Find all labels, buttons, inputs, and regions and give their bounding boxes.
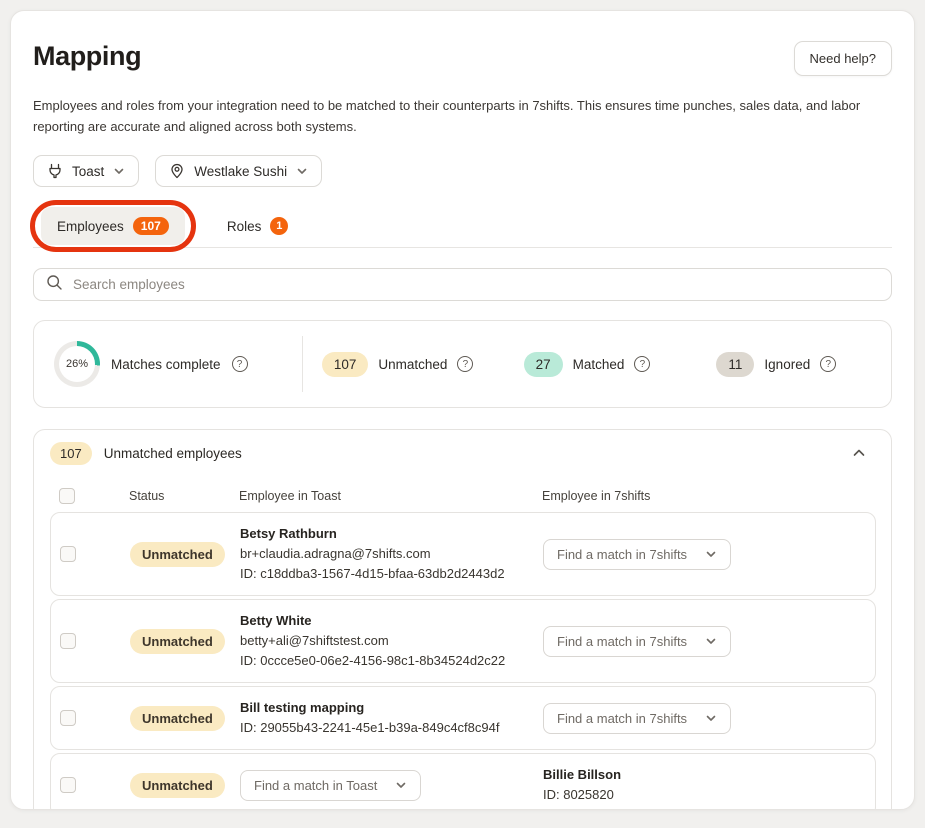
unmatched-count-badge: 107 — [50, 442, 92, 465]
employee-row: Unmatched Betty White betty+ali@7shiftst… — [50, 599, 876, 683]
plug-icon — [47, 163, 63, 179]
employee-id: ID: 29055b43-2241-45e1-b39a-849c4cf8c94f — [240, 718, 543, 738]
ignored-label: Ignored — [764, 357, 810, 372]
matched-label: Matched — [573, 357, 625, 372]
employee-row: Unmatched Bill testing mapping ID: 29055… — [50, 686, 876, 750]
row-checkbox[interactable] — [60, 633, 76, 649]
unmatched-label: Unmatched — [378, 357, 447, 372]
employee-email: br+claudia.adragna@7shifts.com — [240, 544, 543, 564]
matched-count: 27 — [524, 352, 563, 377]
employee-name: Billie Billson — [543, 765, 863, 785]
status-badge: Unmatched — [130, 542, 225, 567]
employee-id: ID: 8025820 — [543, 785, 863, 805]
employee-name: Bill testing mapping — [240, 698, 543, 718]
integration-select[interactable]: Toast — [33, 155, 139, 187]
completion-percent: 26% — [54, 341, 100, 387]
chevron-down-icon — [705, 635, 717, 647]
chevron-down-icon — [113, 165, 125, 177]
section-title: Unmatched employees — [104, 446, 242, 461]
status-badge: Unmatched — [130, 773, 225, 798]
search-input[interactable] — [73, 277, 879, 292]
page-description: Employees and roles from your integratio… — [33, 96, 892, 137]
help-circle-icon[interactable]: ? — [232, 356, 248, 372]
help-circle-icon[interactable]: ? — [457, 356, 473, 372]
ignored-count: 11 — [716, 352, 754, 377]
column-header-7shifts: Employee in 7shifts — [542, 489, 863, 503]
find-match-7shifts-dropdown[interactable]: Find a match in 7shifts — [543, 703, 731, 734]
employee-row: Unmatched Find a match in Toast Billie B… — [50, 753, 876, 810]
search-icon — [46, 274, 63, 296]
completion-donut-chart: 26% — [54, 341, 100, 387]
chevron-down-icon — [705, 712, 717, 724]
chevron-down-icon — [296, 165, 308, 177]
employee-email: betty+ali@7shiftstest.com — [240, 631, 543, 651]
row-checkbox[interactable] — [60, 710, 76, 726]
ignored-stat: 11 Ignored ? — [682, 352, 871, 377]
employee-id: ID: c18ddba3-1567-4d15-bfaa-63db2d2443d2 — [240, 564, 543, 584]
employee-id: ID: 0ccce5e0-06e2-4156-98c1-8b34524d2c22 — [240, 651, 543, 671]
matched-stat: 27 Matched ? — [492, 352, 681, 377]
mapping-panel: Mapping Need help? Employees and roles f… — [10, 10, 915, 810]
find-match-7shifts-dropdown[interactable]: Find a match in 7shifts — [543, 626, 731, 657]
status-badge: Unmatched — [130, 629, 225, 654]
select-all-checkbox[interactable] — [59, 488, 75, 504]
find-match-7shifts-dropdown[interactable]: Find a match in 7shifts — [543, 539, 731, 570]
match-stats-bar: 26% Matches complete ? 107 Unmatched ? 2… — [33, 320, 892, 408]
find-match-toast-dropdown[interactable]: Find a match in Toast — [240, 770, 421, 801]
page-title: Mapping — [33, 41, 141, 72]
integration-select-value: Toast — [72, 164, 104, 179]
dropdown-label: Find a match in 7shifts — [557, 634, 687, 649]
tab-employees[interactable]: Employees 107 — [41, 207, 185, 245]
matches-complete-label: Matches complete — [111, 357, 221, 372]
column-header-status: Status — [129, 489, 239, 503]
matches-complete-stat: 26% Matches complete ? — [54, 341, 302, 387]
employee-name: Betty White — [240, 611, 543, 631]
table-header-row: Status Employee in Toast Employee in 7sh… — [50, 488, 875, 504]
tab-roles[interactable]: Roles 1 — [211, 207, 305, 245]
row-checkbox[interactable] — [60, 777, 76, 793]
dropdown-label: Find a match in 7shifts — [557, 547, 687, 562]
roles-count-badge: 1 — [270, 217, 288, 235]
location-pin-icon — [169, 163, 185, 179]
help-circle-icon[interactable]: ? — [634, 356, 650, 372]
location-select[interactable]: Westlake Sushi — [155, 155, 322, 187]
unmatched-employees-section: 107 Unmatched employees Status Employee … — [33, 429, 892, 810]
row-checkbox[interactable] — [60, 546, 76, 562]
section-header: 107 Unmatched employees — [34, 430, 891, 476]
help-circle-icon[interactable]: ? — [820, 356, 836, 372]
employees-count-badge: 107 — [133, 217, 169, 235]
unmatched-count: 107 — [322, 352, 369, 377]
need-help-button[interactable]: Need help? — [794, 41, 893, 76]
tab-bar: Employees 107 Roles 1 — [33, 207, 892, 248]
status-badge: Unmatched — [130, 706, 225, 731]
column-header-toast: Employee in Toast — [239, 489, 542, 503]
search-bar — [33, 268, 892, 301]
dropdown-label: Find a match in 7shifts — [557, 711, 687, 726]
filter-row: Toast Westlake Sushi — [33, 155, 892, 187]
unmatched-stat: 107 Unmatched ? — [303, 352, 492, 377]
chevron-up-icon[interactable] — [843, 441, 875, 465]
tab-employees-label: Employees — [57, 219, 124, 234]
location-select-value: Westlake Sushi — [194, 164, 287, 179]
employee-name: Betsy Rathburn — [240, 524, 543, 544]
page-header: Mapping Need help? — [33, 41, 892, 76]
employee-row: Unmatched Betsy Rathburn br+claudia.adra… — [50, 512, 876, 596]
chevron-down-icon — [705, 548, 717, 560]
dropdown-label: Find a match in Toast — [254, 778, 377, 793]
tab-roles-label: Roles — [227, 219, 262, 234]
chevron-down-icon — [395, 779, 407, 791]
